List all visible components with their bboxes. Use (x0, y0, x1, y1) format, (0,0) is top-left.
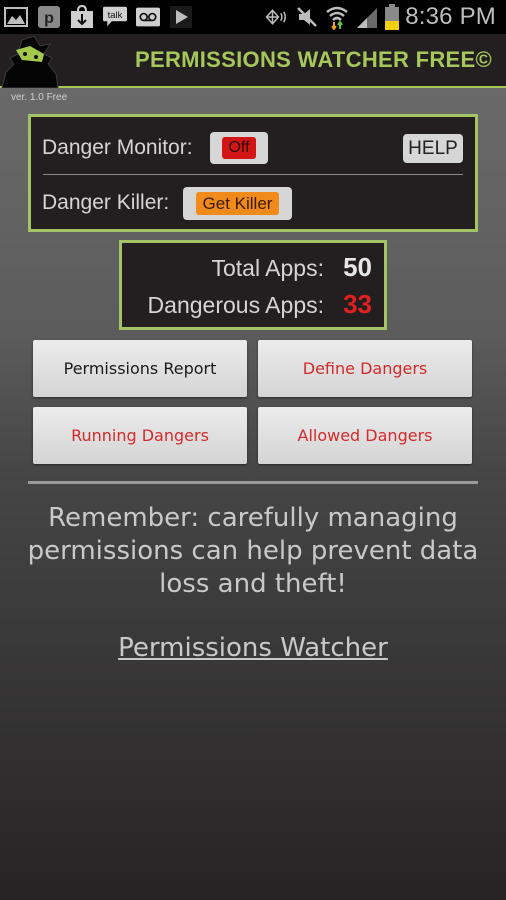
total-apps-label: Total Apps: (211, 255, 324, 281)
battery-icon (385, 4, 400, 30)
play-store-icon (169, 6, 193, 28)
dangerous-apps-value: 33 (343, 289, 372, 319)
mute-icon (295, 6, 319, 28)
svg-text:p: p (44, 10, 54, 27)
define-dangers-button[interactable]: Define Dangers (258, 340, 472, 397)
spy-android-logo-icon (0, 34, 62, 89)
app-title: PERMISSIONS WATCHER FREE© (135, 47, 492, 72)
app-stats-panel: Total Apps: 50 Dangerous Apps: 33 (119, 240, 387, 330)
p-app-icon: p (37, 6, 61, 28)
dangerous-apps-row: Dangerous Apps: 33 (148, 289, 372, 320)
get-killer-label: Get Killer (195, 192, 280, 215)
clock: 8:36 PM (405, 3, 496, 30)
total-apps-value: 50 (343, 252, 372, 282)
danger-monitor-label: Danger Monitor: (42, 136, 193, 159)
gallery-icon (4, 6, 28, 28)
permissions-report-button[interactable]: Permissions Report (33, 340, 247, 397)
panel-divider (43, 174, 463, 175)
action-bar: PERMISSIONS WATCHER FREE© (0, 34, 506, 89)
running-dangers-button[interactable]: Running Dangers (33, 407, 247, 464)
allowed-dangers-button[interactable]: Allowed Dangers (258, 407, 472, 464)
signal-icon (355, 6, 379, 28)
help-button[interactable]: HELP (403, 134, 463, 163)
total-apps-row: Total Apps: 50 (211, 252, 372, 283)
dangerous-apps-label: Dangerous Apps: (147, 292, 324, 318)
status-bar: p talk 8:36 PM (0, 0, 506, 34)
wifi-icon (325, 6, 349, 30)
permissions-watcher-link[interactable]: Permissions Watcher (0, 633, 506, 663)
talk-icon: talk (103, 6, 127, 28)
danger-killer-label: Danger Killer: (42, 191, 170, 214)
danger-monitor-panel: Danger Monitor: Off HELP Danger Killer: … (28, 114, 478, 232)
section-divider (28, 481, 478, 484)
version-label: ver. 1.0 Free (11, 92, 68, 103)
download-icon (70, 5, 94, 28)
danger-monitor-toggle[interactable]: Off (210, 132, 268, 164)
voicemail-icon (136, 6, 160, 28)
get-killer-button[interactable]: Get Killer (183, 187, 292, 220)
danger-monitor-state: Off (222, 137, 256, 159)
svg-text:talk: talk (108, 9, 123, 20)
reminder-text: Remember: carefully managing permissions… (27, 503, 479, 599)
nfc-icon (265, 6, 289, 28)
